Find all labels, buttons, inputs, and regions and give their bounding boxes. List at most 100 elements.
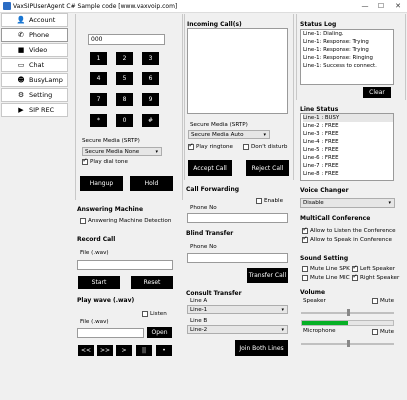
checkbox[interactable] — [302, 275, 308, 281]
join-both-lines-button[interactable]: Join Both Lines — [235, 340, 288, 356]
line-status-item[interactable]: Line-5 : FREE — [303, 146, 393, 154]
play-dial-tone-checkbox[interactable]: Play dial tone — [82, 157, 128, 165]
nav-account[interactable]: 👤 Account — [1, 13, 68, 27]
key-4[interactable]: 4 — [90, 72, 107, 85]
allow-listen-checkbox[interactable]: Allow to Listen the Conference — [302, 226, 396, 234]
key-5[interactable]: 5 — [116, 72, 133, 85]
record-file-input[interactable] — [77, 260, 173, 270]
voice-changer-title: Voice Changer — [300, 187, 349, 194]
line-status-list[interactable]: Line-1 : BUSY Line-2 : FREE Line-3 : FRE… — [300, 113, 394, 181]
play-ringtone-checkbox[interactable]: Play ringtone — [188, 142, 233, 150]
line-status-item[interactable]: Line-2 : FREE — [303, 122, 393, 130]
nav-busylamp[interactable]: ☻ BusyLamp — [1, 73, 68, 87]
reject-call-button[interactable]: Reject Call — [246, 160, 289, 176]
right-speaker-checkbox[interactable]: Right Speaker — [352, 273, 399, 281]
consult-transfer-title: Consult Transfer — [186, 290, 242, 297]
close-button[interactable]: ✕ — [390, 0, 406, 12]
blind-phone-input[interactable] — [187, 253, 288, 263]
chevron-down-icon: ▾ — [388, 200, 391, 206]
allow-speak-checkbox[interactable]: Allow to Speak in Conference — [302, 235, 392, 243]
checkbox[interactable] — [82, 157, 88, 165]
secure-media-select[interactable]: Secure Media None ▾ — [82, 147, 162, 156]
clear-log-button[interactable]: Clear — [363, 87, 391, 98]
checkbox[interactable] — [243, 144, 249, 150]
nav-phone[interactable]: ✆ Phone — [1, 28, 68, 42]
play-button[interactable]: > — [116, 345, 132, 356]
checkbox[interactable] — [302, 266, 308, 272]
forwarding-phone-input[interactable] — [187, 213, 288, 223]
incoming-secure-media-select[interactable]: Secure Media Auto ▾ — [188, 130, 270, 139]
speaker-slider-thumb[interactable] — [346, 309, 350, 316]
speaker-mute-checkbox[interactable]: Mute — [372, 298, 394, 304]
hangup-button[interactable]: Hangup — [80, 176, 123, 191]
nav-sip-rec[interactable]: ▶ SIP REC — [1, 103, 68, 117]
listen-checkbox[interactable]: Listen — [142, 311, 167, 317]
dont-disturb-checkbox[interactable]: Don't disturb — [243, 144, 287, 150]
record-start-button[interactable]: Start — [78, 276, 120, 289]
play-file-label: File (.wav) — [80, 319, 109, 325]
user-icon: 👤 — [16, 16, 26, 24]
checkbox[interactable] — [302, 235, 308, 243]
play-file-input[interactable] — [77, 328, 144, 338]
nav-setting[interactable]: ⚙ Setting — [1, 88, 68, 102]
line-status-item[interactable]: Line-7 : FREE — [303, 162, 393, 170]
key-2[interactable]: 2 — [116, 52, 133, 65]
line-status-item[interactable]: Line-4 : FREE — [303, 138, 393, 146]
line-status-item[interactable]: Line-1 : BUSY — [303, 114, 393, 122]
transfer-call-button[interactable]: Transfer Call — [247, 268, 288, 283]
open-button[interactable]: Open — [147, 327, 172, 338]
checkbox[interactable] — [352, 273, 358, 281]
checkbox[interactable] — [142, 311, 148, 317]
accept-call-button[interactable]: Accept Call — [188, 160, 232, 176]
record-call-title: Record Call — [77, 236, 116, 243]
stop-button[interactable]: • — [156, 345, 172, 356]
fast-forward-button[interactable]: >> — [97, 345, 113, 356]
key-6[interactable]: 6 — [142, 72, 159, 85]
key-8[interactable]: 8 — [116, 93, 133, 106]
mic-slider-thumb[interactable] — [346, 340, 350, 347]
mute-line-spk-checkbox[interactable]: Mute Line SPK — [302, 266, 350, 272]
rewind-button[interactable]: << — [78, 345, 94, 356]
key-0[interactable]: 0 — [116, 114, 133, 127]
call-forwarding-title: Call Forwarding — [186, 186, 240, 193]
checkbox[interactable] — [302, 226, 308, 234]
checkbox[interactable] — [188, 142, 194, 150]
minimize-button[interactable]: — — [357, 0, 373, 12]
line-status-item[interactable]: Line-8 : FREE — [303, 170, 393, 178]
line-b-select[interactable]: Line-2 ▾ — [187, 325, 288, 334]
status-log-list[interactable]: Line-1: Dialing. Line-1: Response: Tryin… — [300, 29, 394, 85]
nav-chat[interactable]: ▭ Chat — [1, 58, 68, 72]
mic-mute-checkbox[interactable]: Mute — [372, 329, 394, 335]
checkbox[interactable] — [352, 264, 358, 272]
checkbox[interactable] — [372, 329, 378, 335]
line-status-item[interactable]: Line-6 : FREE — [303, 154, 393, 162]
checkbox[interactable] — [372, 298, 378, 304]
incoming-calls-list[interactable] — [187, 28, 288, 114]
mute-line-mic-checkbox[interactable]: Mute Line MIC — [302, 275, 350, 281]
key-1[interactable]: 1 — [90, 52, 107, 65]
phone-number-input[interactable]: 000 — [88, 34, 165, 45]
checkbox[interactable] — [256, 198, 262, 204]
key-star[interactable]: * — [90, 114, 107, 127]
nav-video[interactable]: ■ Video — [1, 43, 68, 57]
line-status-item[interactable]: Line-3 : FREE — [303, 130, 393, 138]
maximize-button[interactable]: ☐ — [373, 0, 389, 12]
answering-machine-detection-checkbox[interactable]: Answering Machine Detection — [80, 218, 171, 224]
key-3[interactable]: 3 — [142, 52, 159, 65]
forwarding-enable-checkbox[interactable]: Enable — [256, 198, 283, 204]
hold-button[interactable]: Hold — [130, 176, 173, 191]
left-speaker-checkbox[interactable]: Left Speaker — [352, 264, 395, 272]
video-icon: ■ — [17, 46, 25, 54]
speaker-level-fill — [302, 321, 348, 325]
incoming-calls-title: Incoming Call(s) — [187, 21, 242, 28]
key-hash[interactable]: # — [142, 114, 159, 127]
line-a-select[interactable]: Line-1 ▾ — [187, 305, 288, 314]
key-7[interactable]: 7 — [90, 93, 107, 106]
answering-machine-title: Answering Machine — [77, 206, 144, 213]
checkbox[interactable] — [80, 218, 86, 224]
key-9[interactable]: 9 — [142, 93, 159, 106]
pause-button[interactable]: || — [136, 345, 152, 356]
volume-title: Volume — [300, 289, 326, 296]
record-reset-button[interactable]: Reset — [131, 276, 173, 289]
voice-changer-select[interactable]: Disable ▾ — [300, 198, 395, 208]
